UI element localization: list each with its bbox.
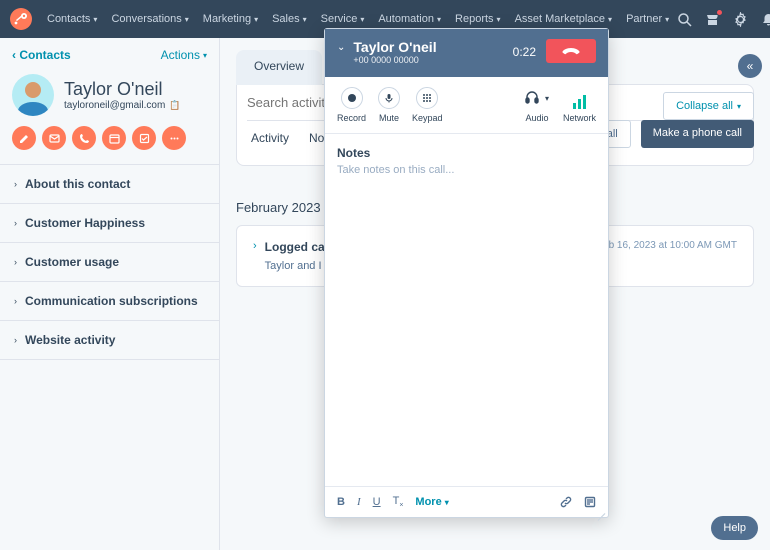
call-panel: ⌄ Taylor O'neil +00 0000 00000 0:22 Reco…	[324, 28, 609, 518]
notes-textarea[interactable]: Take notes on this call...	[325, 164, 608, 176]
nav-conversations[interactable]: Conversations▾	[104, 13, 195, 25]
italic-button[interactable]: I	[357, 496, 361, 508]
hubspot-logo-icon[interactable]	[10, 8, 32, 30]
chevron-right-icon: ›	[14, 257, 17, 267]
chevron-down-icon: ▾	[737, 102, 741, 111]
chevron-down-icon: ▾	[254, 15, 258, 24]
nav-contacts[interactable]: Contacts▾	[40, 13, 104, 25]
clear-format-button[interactable]: T×	[393, 495, 404, 509]
expand-right-panel[interactable]: «	[738, 54, 762, 78]
editor-more-button[interactable]: More▾	[415, 496, 448, 508]
subtab-activity[interactable]: Activity	[251, 131, 289, 145]
editor-toolbar: B I U T× More▾	[325, 486, 608, 517]
help-button[interactable]: Help	[711, 516, 758, 540]
chevron-down-icon: ▾	[608, 15, 612, 24]
nav-service[interactable]: Service▾	[314, 13, 372, 25]
contact-email[interactable]: tayloroneil@gmail.com	[64, 100, 165, 111]
card-date: Feb 16, 2023 at 10:00 AM GMT	[597, 240, 737, 272]
nav-marketing[interactable]: Marketing▾	[196, 13, 265, 25]
audio-button[interactable]: ▾Audio	[525, 87, 549, 123]
chevron-right-icon: ›	[14, 296, 17, 306]
collapse-call-icon[interactable]: ⌄	[337, 42, 345, 53]
nav-partner[interactable]: Partner▾	[619, 13, 676, 25]
link-button[interactable]	[560, 496, 572, 508]
section-communication-subs[interactable]: ›Communication subscriptions	[0, 281, 219, 320]
nav-items: Contacts▾ Conversations▾ Marketing▾ Sale…	[40, 13, 676, 25]
mute-button[interactable]: Mute	[378, 87, 400, 123]
nav-automation[interactable]: Automation▾	[371, 13, 448, 25]
network-indicator[interactable]: Network	[563, 87, 596, 123]
marketplace-icon[interactable]	[704, 11, 720, 27]
call-header: ⌄ Taylor O'neil +00 0000 00000 0:22	[325, 29, 608, 77]
make-call-button[interactable]: Make a phone call	[641, 120, 754, 148]
chevron-right-icon: ›	[14, 218, 17, 228]
quick-actions	[0, 126, 219, 164]
resize-handle[interactable]	[595, 504, 605, 514]
chevron-down-icon: ▾	[360, 15, 364, 24]
email-button[interactable]	[42, 126, 66, 150]
chevron-down-icon: ▾	[303, 15, 307, 24]
chevron-down-icon: ▾	[497, 15, 501, 24]
chevron-down-icon: ▾	[545, 94, 549, 103]
chevron-right-icon: ›	[253, 240, 257, 272]
hangup-button[interactable]	[546, 39, 596, 63]
underline-button[interactable]: U	[373, 496, 381, 508]
contact-sidebar: ‹ Contacts Actions▾ Taylor O'neil taylor…	[0, 38, 220, 550]
task-button[interactable]	[132, 126, 156, 150]
content-area: Overview Activities Activity Notes Colla…	[220, 38, 770, 550]
contact-avatar[interactable]	[12, 74, 54, 116]
call-button[interactable]	[72, 126, 96, 150]
keypad-button[interactable]: Keypad	[412, 87, 443, 123]
section-website-activity[interactable]: ›Website activity	[0, 320, 219, 360]
more-button[interactable]	[162, 126, 186, 150]
chevron-down-icon: ▾	[445, 498, 449, 507]
call-contact-name: Taylor O'neil	[353, 39, 436, 55]
call-duration: 0:22	[513, 45, 536, 59]
bold-button[interactable]: B	[337, 496, 345, 508]
contact-name: Taylor O'neil	[64, 79, 181, 100]
note-button[interactable]	[12, 126, 36, 150]
notes-title: Notes	[325, 134, 608, 164]
back-link[interactable]: ‹ Contacts	[12, 48, 71, 62]
schedule-button[interactable]	[102, 126, 126, 150]
section-about[interactable]: ›About this contact	[0, 164, 219, 203]
chevron-down-icon: ▾	[437, 15, 441, 24]
chevron-right-icon: ›	[14, 179, 17, 189]
actions-menu[interactable]: Actions▾	[161, 48, 207, 62]
call-number: +00 0000 00000	[353, 55, 436, 65]
tab-overview[interactable]: Overview	[236, 50, 322, 85]
collapse-all-button[interactable]: Collapse all▾	[663, 92, 754, 120]
section-customer-usage[interactable]: ›Customer usage	[0, 242, 219, 281]
nav-reports[interactable]: Reports▾	[448, 13, 508, 25]
section-customer-happiness[interactable]: ›Customer Happiness	[0, 203, 219, 242]
chevron-down-icon: ▾	[93, 15, 97, 24]
chevron-right-icon: ›	[14, 335, 17, 345]
chevron-down-icon: ▾	[203, 51, 207, 60]
chevron-down-icon: ▾	[665, 15, 669, 24]
search-icon[interactable]	[676, 11, 692, 27]
nav-asset-marketplace[interactable]: Asset Marketplace▾	[508, 13, 620, 25]
chevron-down-icon: ▾	[185, 15, 189, 24]
copy-icon[interactable]	[169, 100, 180, 111]
gear-icon[interactable]	[732, 11, 748, 27]
record-button[interactable]: Record	[337, 87, 366, 123]
bell-icon[interactable]	[760, 11, 770, 27]
nav-sales[interactable]: Sales▾	[265, 13, 314, 25]
